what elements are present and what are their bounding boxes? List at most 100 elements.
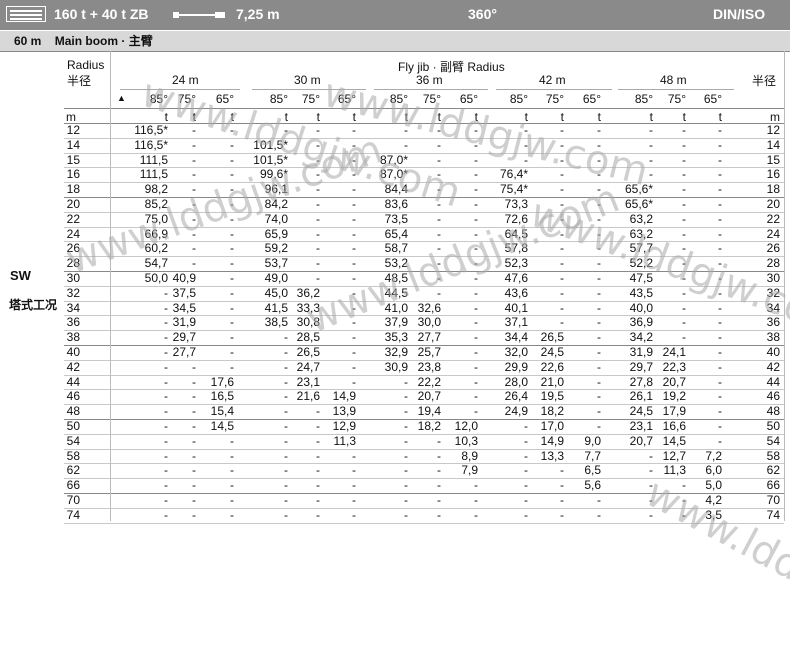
load-cell: 10,3 [454,433,478,448]
radius-cell: 18 [66,182,80,197]
load-cell: 7,2 [705,448,722,463]
radius-cn-label: 半径 [67,74,92,88]
radius-cell-right: 24 [766,226,780,241]
load-cell: - [597,493,601,507]
load-cell: - [718,300,722,315]
radius-cell: 32 [66,285,80,300]
load-cell: - [718,123,722,137]
angle-label: 65° [582,92,601,106]
jib-length: 7,25 m [236,6,280,22]
load-cell: - [474,345,478,359]
load-cell: - [230,463,234,478]
angle-label: 75° [301,92,320,106]
angle-label: 65° [703,92,722,106]
crane-table-icon [6,6,46,22]
load-cell: - [597,285,601,300]
radius-cell: 22 [66,211,80,226]
jib-group-rule [496,89,612,90]
load-cell: - [718,211,722,226]
load-cell: - [230,507,234,522]
load-cell: 8,9 [461,448,478,463]
angle-label: 75° [545,92,564,106]
load-cell: - [718,226,722,241]
load-cell: - [718,345,722,359]
radius-cell: 50 [66,419,80,433]
load-cell: - [352,374,356,389]
radius-cell-right: 26 [766,241,780,256]
radius-cell: 54 [66,433,80,448]
boom-length: 60 m [14,34,42,48]
load-cell: 6,5 [584,463,601,478]
load-cell: - [352,507,356,522]
load-cell: - [597,404,601,419]
radius-cell-right: 50 [766,419,780,433]
radius-cn-right-label: 半径 [752,74,777,88]
load-cell: 6,0 [705,463,722,478]
radius-cell-right: 16 [766,167,780,182]
radius-cell-right: 12 [766,123,780,137]
load-cell: - [597,300,601,315]
radius-cell: 14 [66,137,80,152]
load-cell: - [474,404,478,419]
load-cell: - [718,359,722,374]
radius-cell-right: 14 [766,137,780,152]
load-cell: - [718,152,722,167]
radius-cell: 46 [66,389,80,404]
radius-cell-right: 48 [766,404,780,419]
angle-label: 75° [667,92,686,106]
load-cell: - [352,448,356,463]
load-cell: - [230,433,234,448]
radius-cell-right: 46 [766,389,780,404]
load-cell: - [352,478,356,493]
radius-cell: 42 [66,359,80,374]
load-cell: - [230,271,234,285]
load-cell: - [352,226,356,241]
radius-cell: 12 [66,123,80,137]
load-cell: - [718,197,722,211]
load-cell: - [474,211,478,226]
jib-length-label: 30 m [294,73,321,87]
load-cell: - [718,433,722,448]
angle-label: 85° [509,92,528,106]
load-cell: - [474,300,478,315]
load-cell: - [230,256,234,271]
radius-cell-right: 18 [766,182,780,197]
load-cell: - [230,315,234,330]
load-cell: - [230,493,234,507]
load-cell: - [352,211,356,226]
load-cell: - [230,330,234,345]
chart-header: 160 t + 40 t ZB 7,25 m 360° DIN/ISO [0,0,790,30]
jib-icon [173,12,225,18]
col-rule [110,51,111,521]
radius-cell: 70 [66,493,80,507]
load-cell: - [352,463,356,478]
load-cell: - [474,315,478,330]
radius-cell: 15 [66,152,80,167]
load-cell: - [474,507,478,522]
load-cell: - [230,241,234,256]
load-cell: - [230,345,234,359]
load-cell: - [718,389,722,404]
load-cell: - [718,137,722,152]
load-cell: - [718,404,722,419]
radius-cell: 40 [66,345,80,359]
load-cell: 17,6 [210,374,234,389]
load-cell: - [718,182,722,197]
load-cell: 13,9 [332,404,356,419]
load-cell: - [597,315,601,330]
radius-cell-right: 66 [766,478,780,493]
load-cell: - [352,359,356,374]
angle-marker-icon: ▲ [117,93,126,103]
load-cell: - [230,300,234,315]
angle-label: 85° [634,92,653,106]
load-cell: - [718,315,722,330]
load-cell: - [352,197,356,211]
load-cell: - [718,167,722,182]
load-cell: - [352,241,356,256]
radius-en-label: Radius [67,58,105,72]
load-cell: - [474,359,478,374]
load-cell: - [230,285,234,300]
load-cell: - [230,448,234,463]
jib-length-label: 48 m [660,73,687,87]
radius-cell: 16 [66,167,80,182]
